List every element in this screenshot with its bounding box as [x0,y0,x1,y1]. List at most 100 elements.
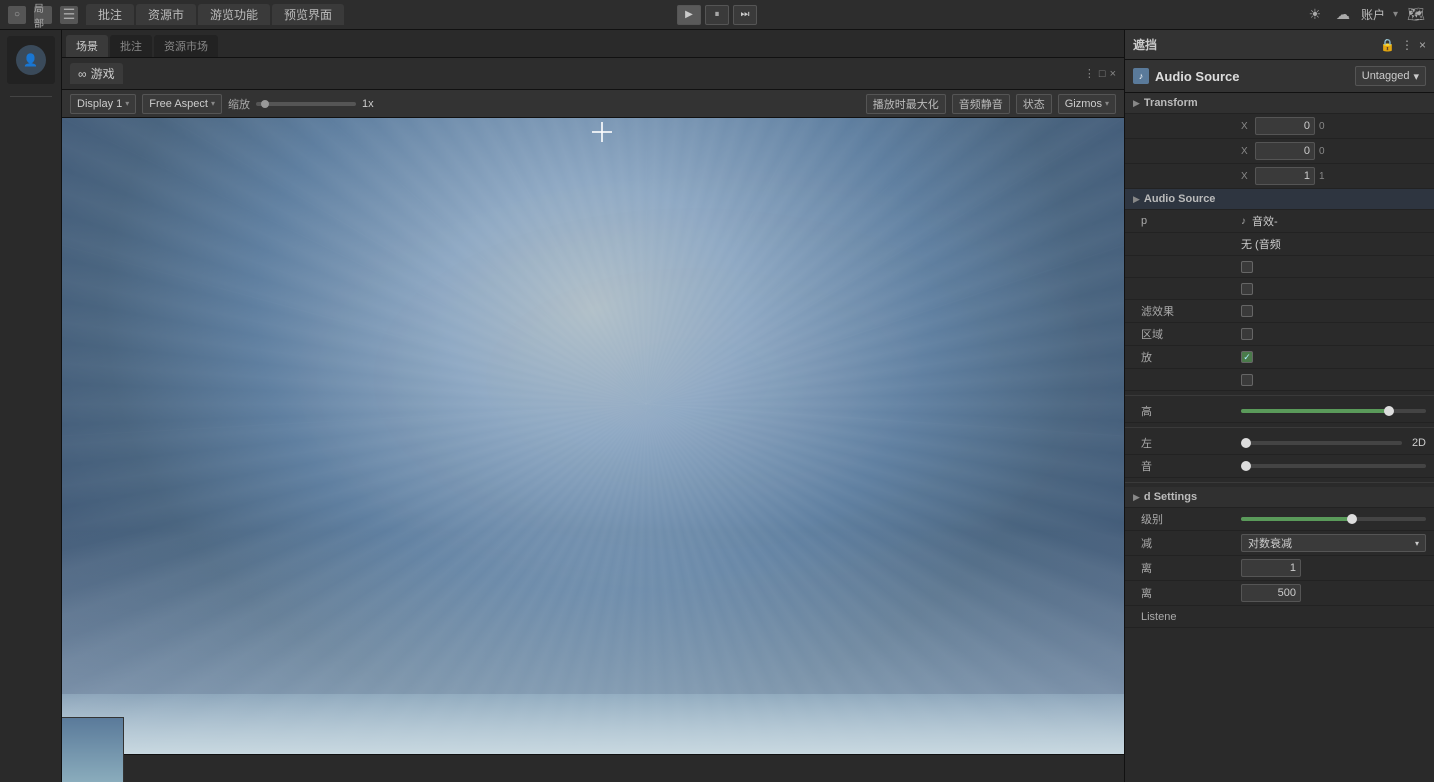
display-dropdown[interactable]: Display 1 ▾ [70,94,136,114]
transform-y-value: X 0 [1241,142,1426,160]
menu-icon[interactable]: ☰ [60,6,78,24]
listener-label: Listene [1141,611,1241,623]
coord-z2: 1 [1319,171,1331,182]
priority-label: 级别 [1141,511,1241,527]
reverb-label: 音 [1141,458,1241,474]
volume-row: 高 [1125,400,1434,423]
checkbox2-value [1241,283,1426,295]
transform-title: Transform [1144,97,1198,109]
account-arrow[interactable]: ▾ [1393,9,1398,20]
pan-value: 2D [1241,437,1426,449]
tab-asset[interactable]: 资源市 [136,4,196,25]
min-dist-input[interactable] [1241,559,1301,577]
ground-line [62,694,1124,754]
maximize-btn[interactable]: 播放时最大化 [866,94,946,114]
area-checkbox[interactable] [1241,328,1253,340]
volume-slider-track[interactable] [1241,409,1426,413]
blur-effects-checkbox[interactable] [1241,305,1253,317]
priority-slider-track[interactable] [1241,517,1426,521]
rolloff-label: 减 [1141,535,1241,551]
min-dist-value [1241,559,1426,577]
separator3 [1125,482,1434,483]
panel-maximize-btn[interactable]: □ [1099,68,1106,80]
scale-slider[interactable] [256,102,356,106]
extra-checkbox-value [1241,374,1426,386]
game-panel-header: ∞ 游戏 ⋮ □ × [62,58,1124,90]
blur-effects-label: 滤效果 [1141,303,1241,319]
tab-annotate[interactable]: 批注 [86,4,134,25]
tag-arrow: ▾ [1413,70,1419,83]
pause-button[interactable]: ⏸ [705,5,729,25]
reverb-slider-track[interactable] [1241,464,1426,468]
scale-thumb [261,100,269,108]
blur-effects-row: 滤效果 [1125,300,1434,323]
game-tab[interactable]: 批注 [110,35,152,57]
cloud-icon[interactable]: ☁ [1333,5,1353,25]
audio-source-title: Audio Source [1144,193,1216,205]
stats-btn[interactable]: 状态 [1016,94,1052,114]
priority-slider-thumb[interactable] [1347,514,1357,524]
d-settings-section-header[interactable]: ▶ d Settings [1125,487,1434,508]
gizmos-dropdown[interactable]: Gizmos ▾ [1058,94,1116,114]
step-button[interactable]: ⏭ [733,5,757,25]
coord-y: 0 [1319,121,1331,132]
max-dist-input[interactable] [1241,584,1301,602]
reverb-row: 音 [1125,455,1434,478]
listener-row: Listene [1125,606,1434,628]
sun-icon[interactable]: ☀ [1305,5,1325,25]
transform-arrow: ▶ [1133,98,1140,109]
pan-slider-track[interactable] [1241,441,1402,445]
volume-label: 高 [1141,403,1241,419]
transform-y-input[interactable] [1255,142,1315,160]
volume-slider-thumb[interactable] [1384,406,1394,416]
inspector-menu-icon[interactable]: ⋮ [1401,38,1413,52]
game-icon: ∞ [78,67,87,81]
mute-btn[interactable]: 音频静音 [952,94,1010,114]
game-panel-tab: ∞ 游戏 [70,63,123,84]
no-audio-value: 无 (音频 [1241,236,1426,252]
reverb-slider-thumb[interactable] [1241,461,1251,471]
play-checkbox[interactable]: ✓ [1241,351,1253,363]
tab-preview[interactable]: 预览界面 [272,4,344,25]
audioclip-row: p ♪ 音效- [1125,210,1434,233]
map-icon[interactable]: 🗺 [1406,5,1426,25]
transform-x-input[interactable] [1255,117,1315,135]
game-tab-label: 游戏 [91,65,115,82]
aspect-dropdown[interactable]: Free Aspect ▾ [142,94,222,114]
component-icon: ♪ [1133,68,1149,84]
checkbox1[interactable] [1241,261,1253,273]
scene-mini-thumbnail [62,718,123,782]
extra-checkbox[interactable] [1241,374,1253,386]
extra-checkbox-row [1125,369,1434,391]
audio-source-section-header[interactable]: ▶ Audio Source [1125,189,1434,210]
tag-dropdown[interactable]: Untagged ▾ [1355,66,1426,86]
local-icon[interactable]: 局部 [34,6,52,24]
left-sidebar: 👤 [0,30,62,782]
volume-value [1241,409,1426,413]
pan-slider-thumb[interactable] [1241,438,1251,448]
center-area: 场景 批注 资源市场 ∞ 游戏 ⋮ □ × [62,30,1124,782]
coord-x: X [1241,117,1315,135]
clip-name: 音效- [1252,213,1278,229]
priority-value [1241,517,1426,521]
transform-z-input[interactable] [1255,167,1315,185]
panel-menu-btn[interactable]: ⋮ [1084,67,1095,80]
inspector-title: 遮挡 [1133,36,1374,53]
priority-slider-fill [1241,517,1352,521]
scene-tab[interactable]: 场景 [66,35,108,57]
no-audio-row: 无 (音频 [1125,233,1434,256]
rolloff-dropdown[interactable]: 对数衰减 ▾ [1241,534,1426,552]
transform-section-header[interactable]: ▶ Transform [1125,93,1434,114]
component-title-row: ♪ Audio Source Untagged ▾ [1125,60,1434,93]
coord-z: X [1241,167,1315,185]
asset-store-tab[interactable]: 资源市场 [154,35,218,57]
play-button[interactable]: ▶ [677,5,701,25]
sky-background [62,118,1124,754]
tab-browse[interactable]: 游览功能 [198,4,270,25]
inspector-lock-icon[interactable]: 🔒 [1380,38,1395,52]
panel-close-btn[interactable]: × [1110,68,1116,80]
unity-logo: ○ [8,6,26,24]
inspector-close-icon[interactable]: × [1419,38,1426,52]
checkbox2[interactable] [1241,283,1253,295]
area-label: 区域 [1141,326,1241,342]
